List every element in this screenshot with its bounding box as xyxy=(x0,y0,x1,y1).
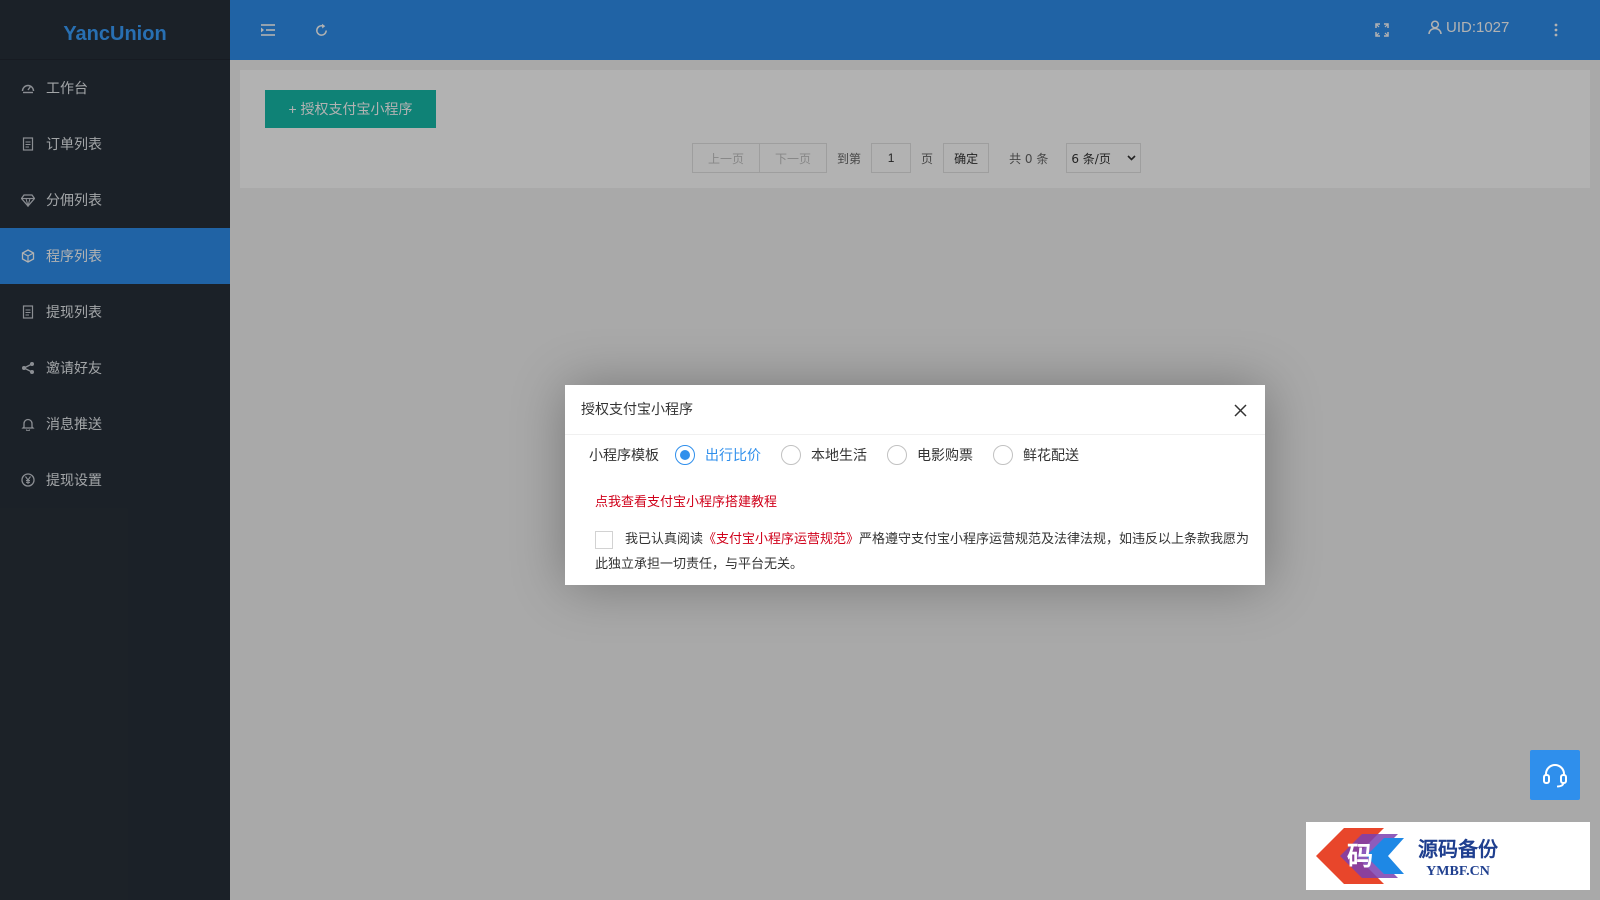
watermark-en: YMBF.CN xyxy=(1426,863,1490,879)
agreement-checkbox[interactable] xyxy=(595,530,613,549)
tutorial-link[interactable]: 点我查看支付宝小程序搭建教程 xyxy=(595,491,777,510)
customer-service-button[interactable] xyxy=(1530,750,1580,800)
template-label: 小程序模板 xyxy=(589,448,659,464)
watermark-cn: 源码备份 xyxy=(1418,836,1498,861)
watermark-text: 源码备份 YMBF.CN xyxy=(1418,833,1498,880)
template-radio-movie-ticket[interactable]: 电影购票 xyxy=(887,445,973,465)
dialog-title: 授权支付宝小程序 xyxy=(565,385,1265,435)
close-icon[interactable] xyxy=(1231,401,1249,419)
radio-label: 电影购票 xyxy=(917,448,973,464)
headset-icon xyxy=(1543,764,1567,788)
watermark-logo: 码 源码备份 YMBF.CN xyxy=(1306,822,1590,890)
agreement-prefix: 我已认真阅读 xyxy=(625,532,704,547)
operation-rules-link[interactable]: 《支付宝小程序运营规范》 xyxy=(703,532,859,547)
agreement-text: 我已认真阅读《支付宝小程序运营规范》严格遵守支付宝小程序运营规范及法律法规，如违… xyxy=(595,527,1255,577)
radio-label: 出行比价 xyxy=(705,448,761,464)
radio-label: 鲜花配送 xyxy=(1023,448,1079,464)
template-radio-group: 小程序模板 出行比价 本地生活 电影购票 鲜花配送 xyxy=(589,445,1099,465)
radio-checked-icon xyxy=(675,445,695,465)
template-radio-flower-delivery[interactable]: 鲜花配送 xyxy=(993,445,1079,465)
radio-label: 本地生活 xyxy=(811,448,867,464)
radio-unchecked-icon xyxy=(781,445,801,465)
template-radio-local-life[interactable]: 本地生活 xyxy=(781,445,867,465)
watermark-mark: 码 xyxy=(1316,828,1404,884)
radio-unchecked-icon xyxy=(887,445,907,465)
radio-unchecked-icon xyxy=(993,445,1013,465)
svg-text:码: 码 xyxy=(1347,842,1373,872)
authorize-dialog: 授权支付宝小程序 小程序模板 出行比价 本地生活 电影购票 鲜花配送 点我查看支… xyxy=(565,385,1265,585)
template-radio-travel[interactable]: 出行比价 xyxy=(675,445,761,465)
